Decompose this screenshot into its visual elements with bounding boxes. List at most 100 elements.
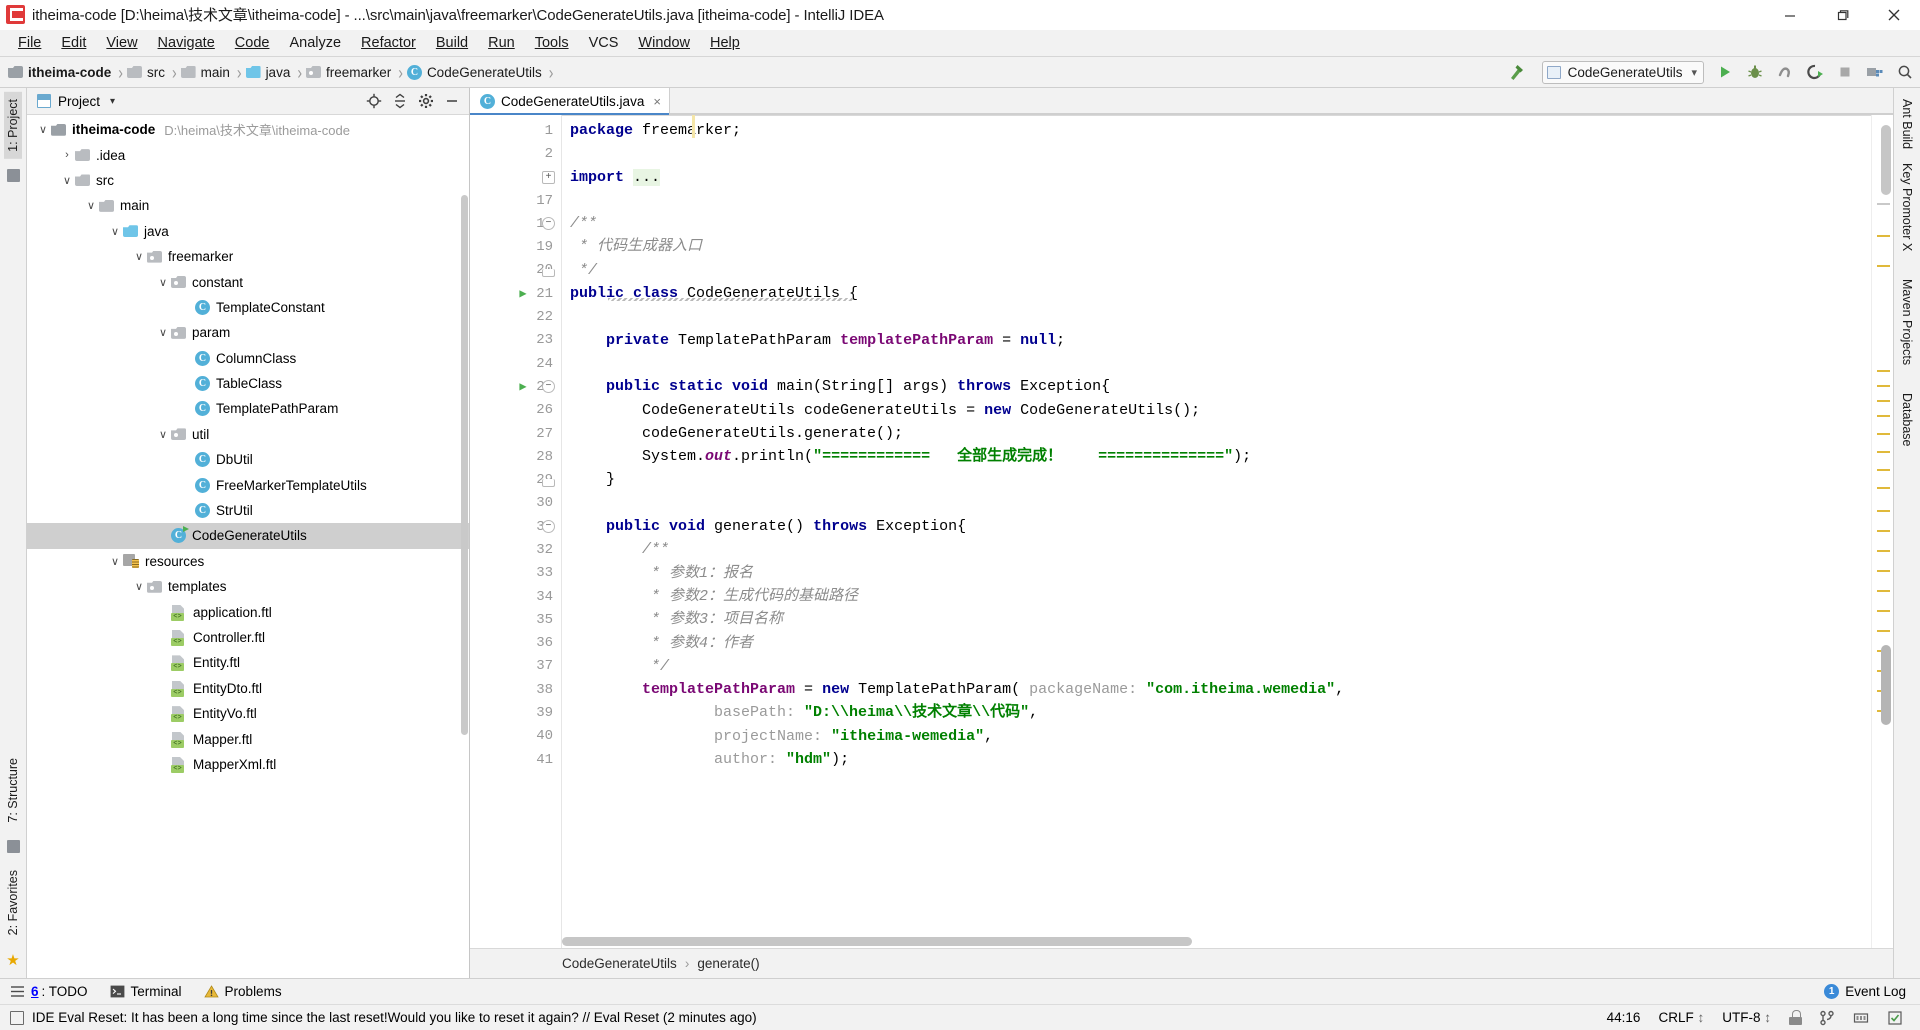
tree-node-src[interactable]: ∨src xyxy=(27,168,469,193)
favorites-star-icon[interactable]: ★ xyxy=(6,951,19,969)
breadcrumb-method[interactable]: generate() xyxy=(697,956,759,971)
gutter-line[interactable]: 27 xyxy=(470,422,561,445)
chevron-down-icon[interactable]: ▾ xyxy=(110,96,115,107)
project-tool-icon[interactable] xyxy=(7,169,20,182)
bottom-tab-problems[interactable]: Problems xyxy=(204,984,282,999)
tree-node-application-ftl[interactable]: application.ftl xyxy=(27,599,469,624)
editor-marker[interactable] xyxy=(1877,510,1890,512)
menu-navigate[interactable]: Navigate xyxy=(148,32,225,54)
git-branch-icon[interactable] xyxy=(1818,1010,1836,1026)
code-line[interactable]: public class CodeGenerateUtils { xyxy=(562,282,1871,305)
menu-window[interactable]: Window xyxy=(628,32,700,54)
editor-marker[interactable] xyxy=(1877,550,1890,552)
folded-import-placeholder[interactable]: ... xyxy=(633,169,660,186)
chevron-down-icon[interactable]: ∨ xyxy=(131,580,147,593)
run-configuration-selector[interactable]: CodeGenerateUtils ▾ xyxy=(1542,61,1704,84)
tree-node-tableclass[interactable]: CTableClass xyxy=(27,371,469,396)
gutter-line[interactable]: 30 xyxy=(470,492,561,515)
tree-node-templatepathparam[interactable]: CTemplatePathParam xyxy=(27,396,469,421)
tree-node-entitydto-ftl[interactable]: EntityDto.ftl xyxy=(27,676,469,701)
editor-scrollbar-lower[interactable] xyxy=(1881,645,1891,725)
editor-marker-strip[interactable] xyxy=(1871,115,1893,948)
navbar-crumb-main[interactable]: main xyxy=(181,65,230,80)
editor-marker[interactable] xyxy=(1877,469,1890,471)
editor-marker[interactable] xyxy=(1877,433,1890,435)
profiler-icon[interactable] xyxy=(1800,59,1830,85)
chevron-down-icon[interactable]: ∨ xyxy=(59,174,75,187)
editor-marker[interactable] xyxy=(1877,451,1890,453)
tree-node-mapper-ftl[interactable]: Mapper.ftl xyxy=(27,726,469,751)
file-encoding[interactable]: UTF-8 xyxy=(1722,1010,1771,1025)
menu-build[interactable]: Build xyxy=(426,32,478,54)
gutter-line[interactable]: +3 xyxy=(470,166,561,189)
gear-icon[interactable] xyxy=(413,90,439,112)
tree-node-freemarker[interactable]: ∨freemarker xyxy=(27,244,469,269)
gutter-line[interactable]: 26 xyxy=(470,399,561,422)
editor-marker[interactable] xyxy=(1877,610,1890,612)
editor-marker[interactable] xyxy=(1877,265,1890,267)
code-line[interactable]: } xyxy=(562,468,1871,491)
chevron-down-icon[interactable]: ∨ xyxy=(155,276,171,289)
editor-tab-codegenerateutils[interactable]: C CodeGenerateUtils.java × xyxy=(470,88,670,114)
code-editor[interactable]: 12+317−181920▶21222324▶−252627282930−313… xyxy=(470,115,1893,948)
read-only-lock-icon[interactable] xyxy=(1789,1010,1802,1025)
gutter-line[interactable]: 32 xyxy=(470,538,561,561)
menu-code[interactable]: Code xyxy=(225,32,280,54)
code-line[interactable]: * 参数1：报名 xyxy=(562,562,1871,585)
menu-vcs[interactable]: VCS xyxy=(579,32,629,54)
fold-expand-icon[interactable]: + xyxy=(542,171,555,184)
gutter-line[interactable]: 37 xyxy=(470,655,561,678)
fold-collapse-icon[interactable]: − xyxy=(542,380,555,393)
sidebar-item-key-promoter[interactable]: Key Promoter X xyxy=(1898,156,1916,258)
code-line[interactable]: import ... xyxy=(562,166,1871,189)
menu-tools[interactable]: Tools xyxy=(525,32,579,54)
menu-analyze[interactable]: Analyze xyxy=(279,32,351,54)
tree-node-templates[interactable]: ∨templates xyxy=(27,574,469,599)
debug-bug-icon[interactable] xyxy=(1740,59,1770,85)
gutter-line[interactable]: 19 xyxy=(470,235,561,258)
navbar-crumb-project[interactable]: itheima-code xyxy=(8,65,111,80)
chevron-down-icon[interactable]: ∨ xyxy=(155,326,171,339)
gutter-line[interactable]: 20 xyxy=(470,259,561,282)
memory-indicator-icon[interactable] xyxy=(1852,1010,1870,1026)
navbar-crumb-freemarker[interactable]: freemarker xyxy=(306,65,391,80)
gutter-line[interactable]: 24 xyxy=(470,352,561,375)
tree-node-itheima-code[interactable]: ∨itheima-codeD:\heima\技术文章\itheima-code xyxy=(27,117,469,142)
collapse-all-icon[interactable] xyxy=(387,90,413,112)
editor-marker[interactable] xyxy=(1877,235,1890,237)
notification-icon[interactable] xyxy=(10,1011,24,1025)
sidebar-item-maven-projects[interactable]: Maven Projects xyxy=(1898,272,1916,372)
editor-code[interactable]: package freemarker;import .../** * 代码生成器… xyxy=(562,115,1871,948)
menu-edit[interactable]: Edit xyxy=(51,32,96,54)
tree-node-entity-ftl[interactable]: Entity.ftl xyxy=(27,650,469,675)
code-line[interactable] xyxy=(562,305,1871,328)
gutter-line[interactable]: 2 xyxy=(470,142,561,165)
gutter-line[interactable]: 36 xyxy=(470,632,561,655)
navbar-crumb-src[interactable]: src xyxy=(127,65,165,80)
run-gutter-icon[interactable]: ▶ xyxy=(516,379,530,394)
editor-marker[interactable] xyxy=(1877,630,1890,632)
tree-node-codegenerateutils[interactable]: CCodeGenerateUtils xyxy=(27,523,469,548)
code-line[interactable]: projectName: "itheima-wemedia", xyxy=(562,725,1871,748)
tree-node-param[interactable]: ∨param xyxy=(27,320,469,345)
event-log-button[interactable]: 1 Event Log xyxy=(1824,984,1906,999)
editor-marker[interactable] xyxy=(1877,370,1890,372)
project-structure-button[interactable] xyxy=(1860,59,1890,85)
gutter-line[interactable]: −18 xyxy=(470,212,561,235)
tree-node-main[interactable]: ∨main xyxy=(27,193,469,218)
gutter-line[interactable]: 35 xyxy=(470,608,561,631)
tree-node-controller-ftl[interactable]: Controller.ftl xyxy=(27,625,469,650)
editor-scrollbar[interactable] xyxy=(1881,125,1891,195)
code-line[interactable]: * 代码生成器入口 xyxy=(562,235,1871,258)
bottom-tab-terminal[interactable]: Terminal xyxy=(110,984,182,999)
sidebar-item-structure[interactable]: 7: Structure xyxy=(4,751,22,830)
code-line[interactable]: codeGenerateUtils.generate(); xyxy=(562,422,1871,445)
tree-node-idea[interactable]: ›.idea xyxy=(27,142,469,167)
gutter-line[interactable]: ▶−25 xyxy=(470,375,561,398)
sidebar-item-project[interactable]: 1: Project xyxy=(4,92,22,159)
editor-marker[interactable] xyxy=(1877,415,1890,417)
code-line[interactable]: package freemarker; xyxy=(562,119,1871,142)
editor-gutter[interactable]: 12+317−181920▶21222324▶−252627282930−313… xyxy=(470,115,562,948)
gutter-line[interactable]: 34 xyxy=(470,585,561,608)
tree-node-templateconstant[interactable]: CTemplateConstant xyxy=(27,295,469,320)
